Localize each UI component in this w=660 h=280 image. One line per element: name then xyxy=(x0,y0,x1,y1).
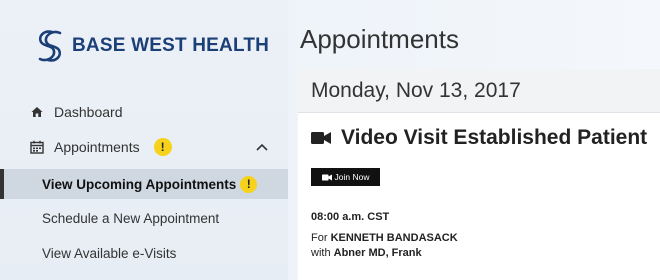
join-now-label: Join Now xyxy=(334,172,370,182)
logo-icon xyxy=(38,30,62,62)
join-now-button[interactable]: Join Now xyxy=(311,168,380,186)
sidebar-item-dashboard[interactable]: Dashboard xyxy=(0,102,288,122)
sidebar-item-label: Schedule a New Appointment xyxy=(42,210,220,226)
sidebar-item-appointments[interactable]: Appointments ! xyxy=(0,136,288,158)
patient-line: For KENNETH BANDASACK xyxy=(311,232,458,244)
brand-name: BASE WEST HEALTH xyxy=(72,35,270,56)
sidebar-item-view-upcoming-appointments[interactable]: View Upcoming Appointments ! xyxy=(0,169,288,199)
sidebar-item-label: Appointments xyxy=(54,139,140,155)
brand-logo[interactable]: BASE WEST HEALTH xyxy=(32,26,269,66)
sidebar-item-label: Dashboard xyxy=(54,104,123,120)
provider-line: with Abner MD, Frank xyxy=(311,247,422,259)
home-icon xyxy=(30,105,44,119)
alert-badge: ! xyxy=(153,138,172,156)
video-camera-icon xyxy=(311,131,331,145)
visit-title-text: Video Visit Established Patient xyxy=(341,126,648,149)
alert-badge: ! xyxy=(240,175,258,193)
sidebar-item-schedule-new-appointment[interactable]: Schedule a New Appointment xyxy=(0,203,288,233)
patient-name: KENNETH BANDASACK xyxy=(330,232,458,244)
calendar-icon xyxy=(30,140,44,154)
date-header: Monday, Nov 13, 2017 xyxy=(298,69,660,113)
provider-name: Abner MD, Frank xyxy=(333,247,422,259)
appointment-card: Monday, Nov 13, 2017 Video Visit Establi… xyxy=(298,69,660,280)
visit-title: Video Visit Established Patient xyxy=(311,126,647,150)
patient-prefix: For xyxy=(311,232,328,244)
video-camera-icon xyxy=(321,174,332,181)
provider-prefix: with xyxy=(311,247,331,259)
appointment-time: 08:00 a.m. CST xyxy=(311,211,390,223)
page-title: Appointments xyxy=(300,24,459,54)
sidebar: BASE WEST HEALTH Dashboard Appointments … xyxy=(0,0,288,280)
sidebar-item-label: View Upcoming Appointments xyxy=(42,176,237,192)
sidebar-item-view-available-evisits[interactable]: View Available e-Visits xyxy=(0,238,288,268)
sidebar-item-label: View Available e-Visits xyxy=(42,245,177,261)
chevron-up-icon[interactable] xyxy=(256,139,268,155)
